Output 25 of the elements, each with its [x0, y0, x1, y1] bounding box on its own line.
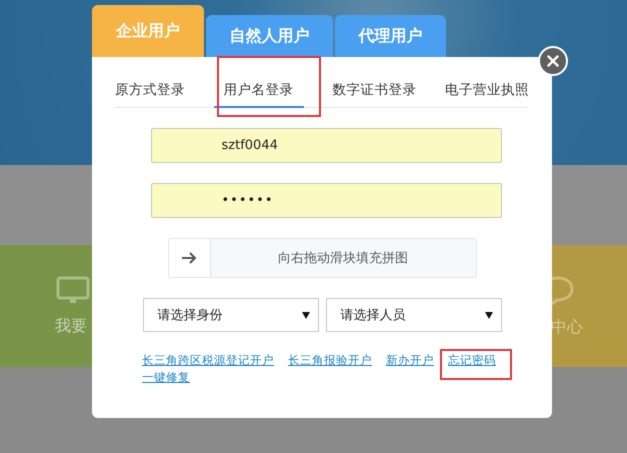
- link[interactable]: 一键修复: [142, 370, 190, 385]
- link[interactable]: 长三角报验开户: [288, 353, 372, 368]
- monitor-icon: [56, 276, 90, 306]
- login-tab[interactable]: 原方式登录: [115, 77, 185, 108]
- password-field[interactable]: ••••••: [150, 183, 502, 218]
- caret-icon: [302, 312, 310, 318]
- arrow-icon: [181, 252, 197, 264]
- slider-handle[interactable]: [168, 239, 210, 277]
- tile-text: 我要: [55, 316, 87, 336]
- login-tab[interactable]: 数字证书登录: [332, 77, 416, 108]
- tile-text: 中心: [551, 316, 583, 338]
- dropdown[interactable]: 请选择人员: [326, 298, 502, 332]
- login-tab[interactable]: 电子营业执照: [444, 77, 529, 108]
- slider-label: 向右拖动滑块填充拼图: [277, 250, 409, 267]
- close-icon: [547, 55, 559, 67]
- login-tab[interactable]: 用户名登录: [214, 77, 304, 108]
- link[interactable]: 忘记密码: [448, 353, 496, 368]
- link[interactable]: 新办开户: [386, 353, 434, 368]
- dropdown-value: 请选择人员: [340, 307, 406, 324]
- highlight-frame: [440, 349, 512, 380]
- dropdown-value: 请选择身份: [158, 307, 222, 324]
- caret-icon: [484, 312, 492, 318]
- dropdown[interactable]: 请选择身份: [142, 298, 318, 332]
- link[interactable]: 长三角跨区税源登记开户: [142, 353, 274, 368]
- username-field[interactable]: sztf0044: [150, 128, 502, 163]
